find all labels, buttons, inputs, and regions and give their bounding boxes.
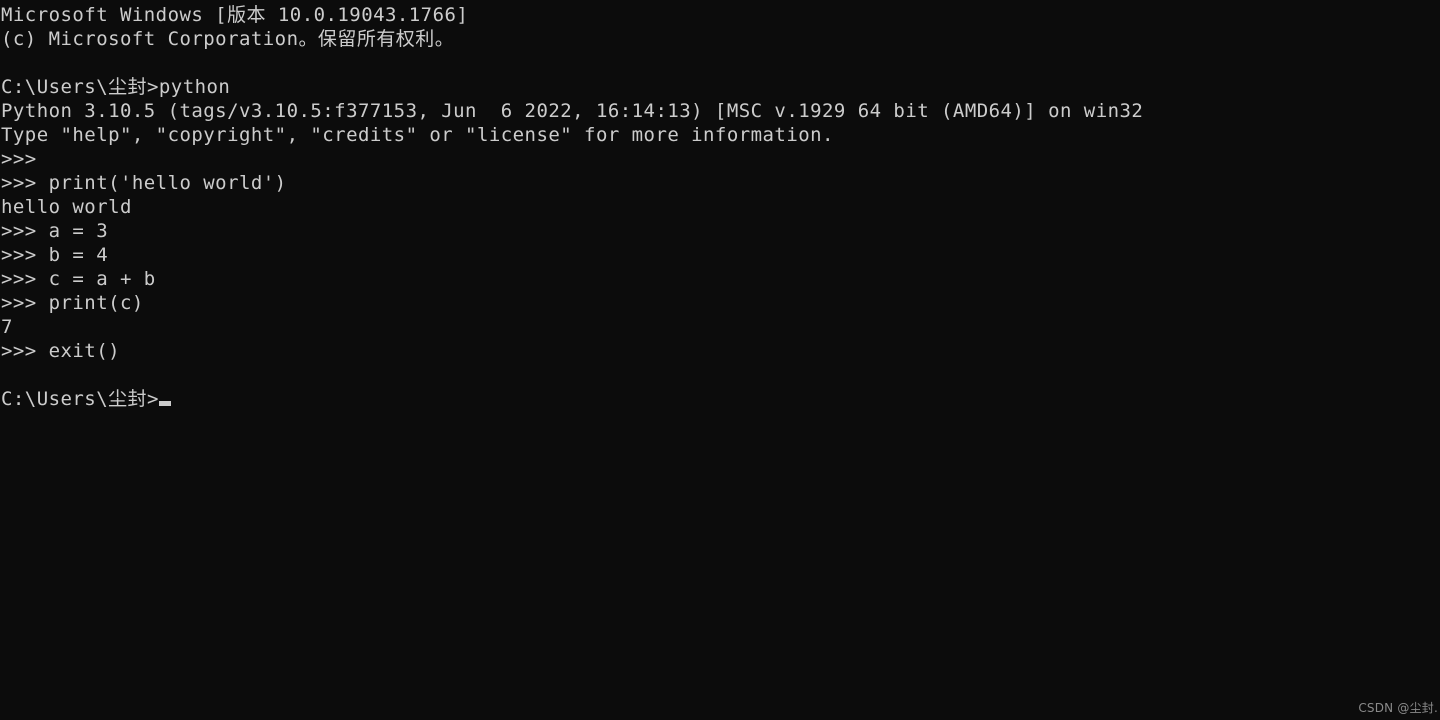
console-line-python-banner-help: Type "help", "copyright", "credits" or "… — [1, 124, 834, 146]
console-line-repl-print-c: >>> print(c) — [1, 292, 144, 314]
prompt-path-text: C:\Users\尘封> — [1, 388, 159, 410]
console-line-repl-prompt-empty: >>> — [1, 148, 37, 170]
csdn-watermark: CSDN @尘封. — [1358, 701, 1438, 715]
console-line-command-python: C:\Users\尘封>python — [1, 76, 231, 98]
console-line-blank-2 — [1, 363, 1440, 387]
console-line-repl-assign-a: >>> a = 3 — [1, 220, 109, 242]
console-line-repl-print-hello: >>> print('hello world') — [1, 172, 287, 194]
console-line-repl-assign-c: >>> c = a + b — [1, 268, 156, 290]
console-line-repl-assign-b: >>> b = 4 — [1, 244, 109, 266]
console-line-blank-1 — [1, 51, 1440, 75]
console-line-copyright: (c) Microsoft Corporation。保留所有权利。 — [1, 28, 455, 50]
console-line-python-banner-version: Python 3.10.5 (tags/v3.10.5:f377153, Jun… — [1, 100, 1144, 122]
console-line-repl-exit: >>> exit() — [1, 340, 120, 362]
terminal-window[interactable]: Microsoft Windows [版本 10.0.19043.1766] (… — [0, 0, 1440, 720]
console-line-output-seven: 7 — [1, 316, 13, 338]
console-line-output-hello-world: hello world — [1, 196, 132, 218]
text-cursor — [158, 401, 171, 406]
console-line-os-version: Microsoft Windows [版本 10.0.19043.1766] — [1, 4, 469, 26]
command-prompt-line[interactable]: C:\Users\尘封> — [1, 387, 1440, 411]
